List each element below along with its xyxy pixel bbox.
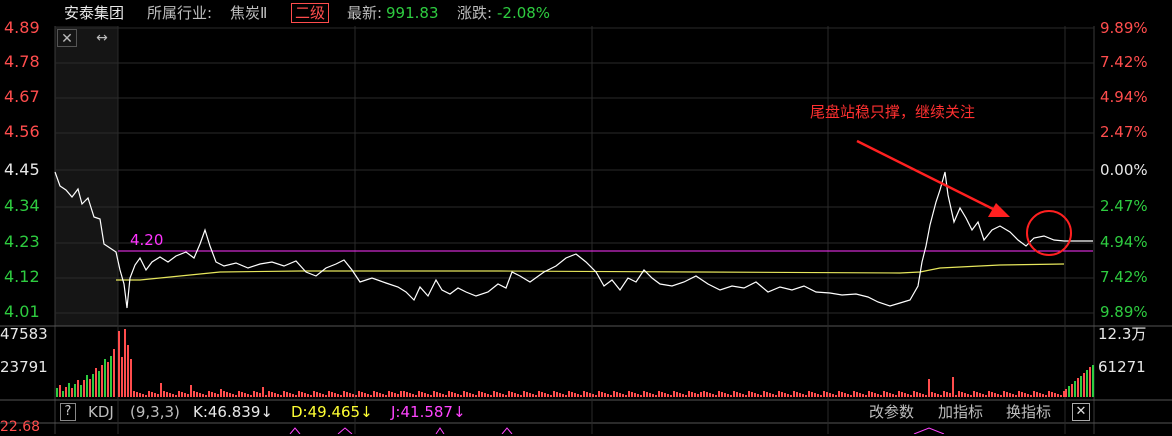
- kdj-indicator-bar: ? KDJ (9,3,3) K:46.839↓ D:49.465↓ J:41.5…: [0, 401, 1172, 423]
- kdj-j-value: J:41.587↓: [391, 403, 466, 421]
- annotation-text: 尾盘站稳只撑，继续关注: [810, 103, 976, 121]
- price-tick: 4.12: [4, 267, 40, 286]
- percent-tick: 7.42%: [1100, 53, 1148, 71]
- support-level-label: 4.20: [130, 231, 164, 249]
- close-icon[interactable]: ✕: [57, 29, 77, 47]
- price-tick: 4.78: [4, 52, 40, 71]
- percent-tick: 2.47%: [1100, 197, 1148, 215]
- percent-tick: 9.89%: [1100, 19, 1148, 37]
- percent-tick: 4.94%: [1100, 233, 1148, 251]
- price-tick: 4.34: [4, 196, 40, 215]
- intraday-chart: [0, 26, 1172, 434]
- chart-grid: [0, 26, 1172, 434]
- annotation-arrow: [856, 139, 996, 212]
- volume-bars: [56, 329, 1094, 397]
- kdj-lines: [289, 427, 945, 434]
- percent-tick: 2.47%: [1100, 123, 1148, 141]
- price-line: [54, 171, 1093, 309]
- volume-tick-left: 23791: [0, 358, 48, 376]
- percent-tick: 0.00%: [1100, 161, 1148, 179]
- modify-params-button[interactable]: 改参数: [869, 401, 914, 423]
- volume-tick-right: 61271: [1098, 358, 1146, 376]
- volume-tick-left: 47583: [0, 325, 48, 343]
- add-indicator-button[interactable]: 加指标: [938, 401, 983, 423]
- annotation-circle: [1026, 210, 1072, 256]
- resize-horizontal-icon[interactable]: ↔: [92, 29, 112, 47]
- switch-indicator-button[interactable]: 换指标: [1006, 401, 1051, 423]
- indicator-params: (9,3,3): [130, 403, 180, 421]
- percent-tick: 9.89%: [1100, 303, 1148, 321]
- kdj-k-value: K:46.839↓: [193, 403, 273, 421]
- percent-tick: 4.94%: [1100, 88, 1148, 106]
- kdj-d-value: D:49.465↓: [291, 403, 373, 421]
- kdj-axis-value: 22.68: [0, 419, 41, 435]
- price-tick: 4.67: [4, 87, 40, 106]
- percent-tick: 7.42%: [1100, 268, 1148, 286]
- price-tick: 4.23: [4, 232, 40, 251]
- volume-tick-right: 12.3万: [1098, 325, 1147, 343]
- price-tick: 4.56: [4, 122, 40, 141]
- indicator-name[interactable]: KDJ: [88, 401, 114, 423]
- price-tick: 4.45: [4, 160, 40, 179]
- help-icon[interactable]: ?: [60, 403, 76, 421]
- close-icon[interactable]: ✕: [1072, 403, 1090, 421]
- price-tick: 4.01: [4, 302, 40, 321]
- price-tick: 4.89: [4, 18, 40, 37]
- annotation-arrowhead: [988, 203, 1010, 217]
